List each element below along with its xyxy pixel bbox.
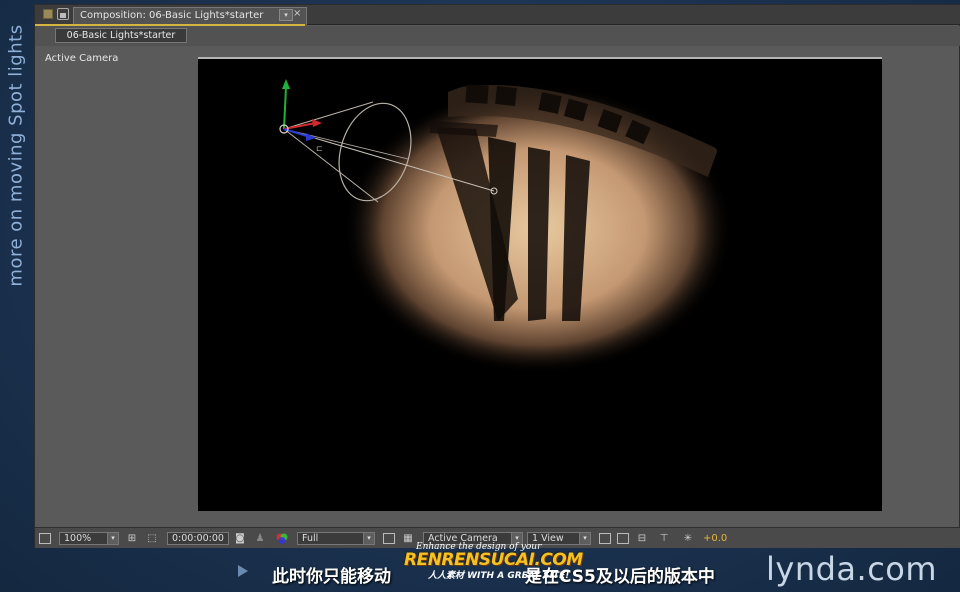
composition-viewport[interactable]: ⊏: [198, 57, 882, 511]
close-icon[interactable]: ×: [293, 9, 303, 19]
mask-visibility-icon[interactable]: ⬚: [145, 532, 159, 545]
magnification-dropdown[interactable]: ▾: [107, 532, 119, 545]
view-layout-dropdown[interactable]: ▾: [579, 532, 591, 545]
watermark-logo: Enhance the design of your RENRENSUCAI.C…: [402, 542, 583, 582]
camera-snapshot-icon[interactable]: ◙: [233, 532, 247, 545]
subtitle-text: 此时你只能移动: [272, 567, 391, 587]
viewer-tab-row: 06-Basic Lights*starter: [35, 26, 960, 46]
fast-previews-icon[interactable]: [617, 533, 629, 544]
show-snapshot-icon[interactable]: ♟: [253, 532, 267, 545]
reset-exposure-icon[interactable]: ✳: [681, 532, 695, 545]
toggle-pixel-aspect-icon[interactable]: [599, 533, 611, 544]
side-caption-text: more on moving Spot lights: [5, 23, 27, 287]
viewer-tab[interactable]: 06-Basic Lights*starter: [55, 28, 187, 43]
play-icon: [238, 565, 248, 577]
color-channels-icon[interactable]: [275, 532, 289, 545]
exposure-value[interactable]: +0.0: [703, 532, 727, 545]
lock-icon[interactable]: [57, 8, 69, 20]
watermark-main: RENRENSUCAI.COM: [404, 550, 583, 570]
view-label: Active Camera: [45, 53, 119, 64]
side-caption: more on moving Spot lights: [4, 20, 28, 290]
grid-guides-icon[interactable]: ⊞: [125, 532, 139, 545]
tab-menu-dropdown[interactable]: ▾: [279, 9, 293, 21]
resolution-select[interactable]: Full: [297, 532, 371, 545]
resolution-dropdown[interactable]: ▾: [363, 532, 375, 545]
viewport-render: ⊏: [198, 59, 882, 511]
timecode-value: 0:00:00:00: [172, 533, 224, 544]
region-of-interest-icon[interactable]: [383, 533, 395, 544]
magnification-value: 100%: [64, 533, 92, 544]
always-preview-icon[interactable]: [39, 533, 51, 544]
panel-tab-bar: Composition: 06-Basic Lights*starter ▾ ×: [35, 5, 960, 26]
tab-composition-label: Composition: 06-Basic Lights*starter: [80, 10, 264, 21]
magnification-select[interactable]: 100%: [59, 532, 109, 545]
tab-composition[interactable]: Composition: 06-Basic Lights*starter: [73, 7, 307, 25]
current-time-field[interactable]: 0:00:00:00: [167, 532, 229, 545]
watermark-bottom: 人人素材 WITH A GREAT SITE!: [428, 571, 570, 581]
timeline-icon[interactable]: ⊟: [635, 532, 649, 545]
panel-grip-icon[interactable]: [43, 9, 53, 19]
svg-text:⊏: ⊏: [316, 144, 323, 153]
flowchart-icon[interactable]: ⊤: [657, 532, 671, 545]
composition-panel: Composition: 06-Basic Lights*starter ▾ ×…: [34, 4, 960, 548]
resolution-value: Full: [302, 533, 319, 544]
brand-logo: lynda.com: [766, 550, 938, 588]
